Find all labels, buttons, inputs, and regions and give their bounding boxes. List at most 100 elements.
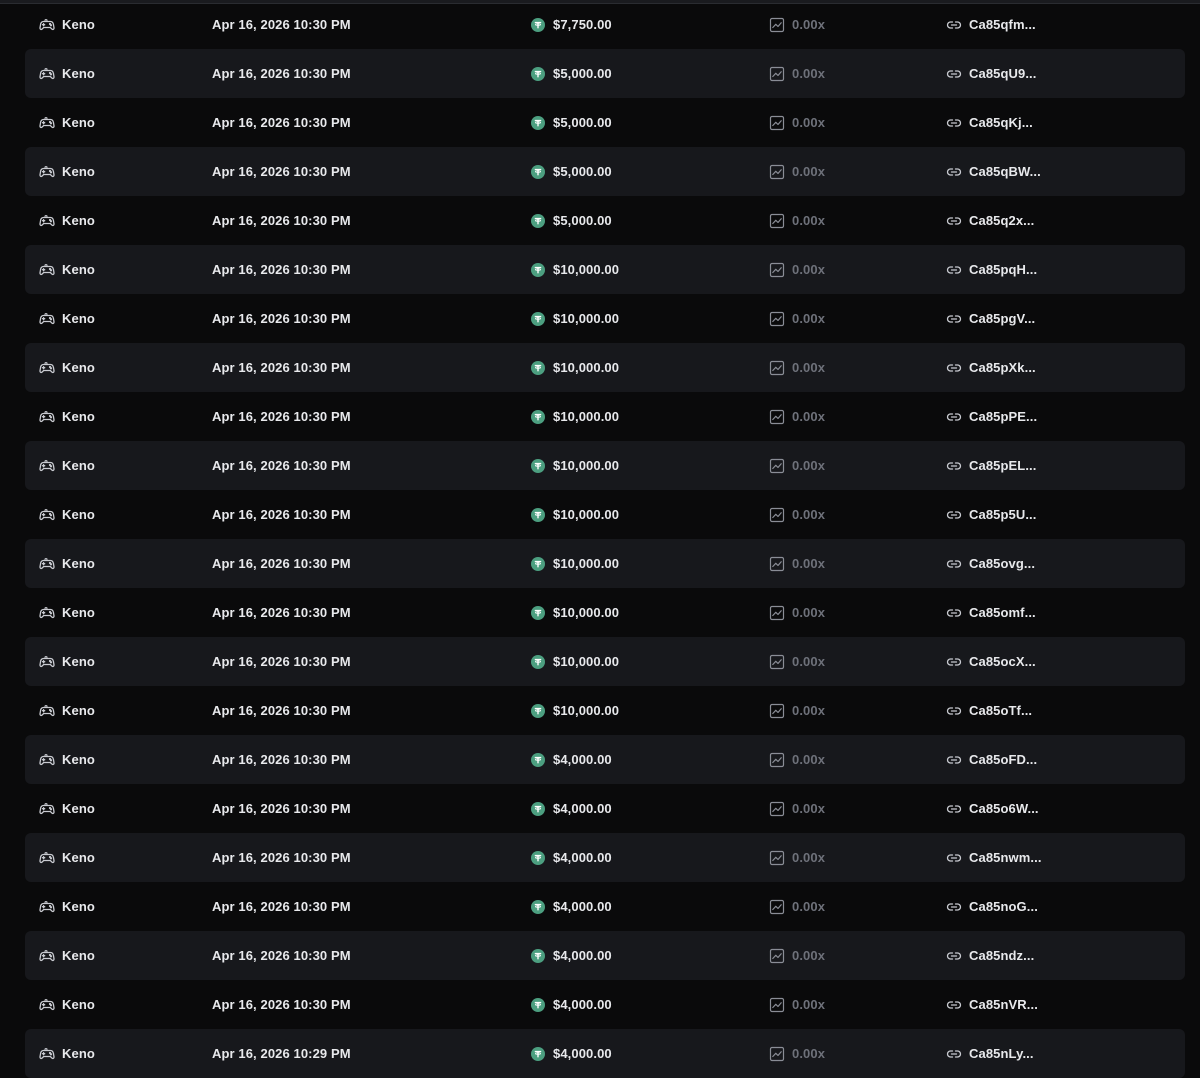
- game-cell[interactable]: Keno: [39, 196, 95, 245]
- table-row[interactable]: Keno Apr 16, 2026 10:30 PM $10,000.00 0.…: [25, 343, 1185, 392]
- table-row[interactable]: Keno Apr 16, 2026 10:30 PM $10,000.00 0.…: [25, 686, 1185, 735]
- tx-cell[interactable]: Ca85pPE...: [946, 392, 1037, 441]
- tx-id[interactable]: Ca85oFD...: [969, 752, 1037, 767]
- tx-cell[interactable]: Ca85omf...: [946, 588, 1036, 637]
- link-icon[interactable]: [946, 948, 962, 964]
- table-row[interactable]: Keno Apr 16, 2026 10:30 PM $10,000.00 0.…: [25, 637, 1185, 686]
- tx-id[interactable]: Ca85ocX...: [969, 654, 1036, 669]
- tx-cell[interactable]: Ca85p5U...: [946, 490, 1036, 539]
- link-icon[interactable]: [946, 556, 962, 572]
- tx-cell[interactable]: Ca85qU9...: [946, 49, 1036, 98]
- tx-id[interactable]: Ca85ovg...: [969, 556, 1035, 571]
- game-cell[interactable]: Keno: [39, 980, 95, 1029]
- table-row[interactable]: Keno Apr 16, 2026 10:30 PM $10,000.00 0.…: [25, 294, 1185, 343]
- tx-cell[interactable]: Ca85q2x...: [946, 196, 1034, 245]
- game-cell[interactable]: Keno: [39, 784, 95, 833]
- tx-cell[interactable]: Ca85oFD...: [946, 735, 1037, 784]
- tx-cell[interactable]: Ca85ocX...: [946, 637, 1036, 686]
- tx-id[interactable]: Ca85o6W...: [969, 801, 1039, 816]
- game-cell[interactable]: Keno: [39, 490, 95, 539]
- table-row[interactable]: Keno Apr 16, 2026 10:30 PM $10,000.00 0.…: [25, 441, 1185, 490]
- tx-id[interactable]: Ca85oTf...: [969, 703, 1032, 718]
- tx-id[interactable]: Ca85nwm...: [969, 850, 1042, 865]
- table-row[interactable]: Keno Apr 16, 2026 10:30 PM $10,000.00 0.…: [25, 490, 1185, 539]
- tx-id[interactable]: Ca85qBW...: [969, 164, 1041, 179]
- link-icon[interactable]: [946, 66, 962, 82]
- tx-cell[interactable]: Ca85qKj...: [946, 98, 1033, 147]
- game-cell[interactable]: Keno: [39, 98, 95, 147]
- tx-cell[interactable]: Ca85pqH...: [946, 245, 1037, 294]
- tx-cell[interactable]: Ca85noG...: [946, 882, 1038, 931]
- table-row[interactable]: Keno Apr 16, 2026 10:30 PM $7,750.00 0.0…: [25, 0, 1185, 49]
- link-icon[interactable]: [946, 703, 962, 719]
- table-row[interactable]: Keno Apr 16, 2026 10:30 PM $4,000.00 0.0…: [25, 784, 1185, 833]
- tx-cell[interactable]: Ca85ovg...: [946, 539, 1035, 588]
- tx-id[interactable]: Ca85ndz...: [969, 948, 1034, 963]
- table-row[interactable]: Keno Apr 16, 2026 10:30 PM $4,000.00 0.0…: [25, 980, 1185, 1029]
- game-cell[interactable]: Keno: [39, 637, 95, 686]
- game-cell[interactable]: Keno: [39, 343, 95, 392]
- tx-id[interactable]: Ca85nVR...: [969, 997, 1038, 1012]
- table-row[interactable]: Keno Apr 16, 2026 10:30 PM $4,000.00 0.0…: [25, 735, 1185, 784]
- link-icon[interactable]: [946, 17, 962, 33]
- link-icon[interactable]: [946, 311, 962, 327]
- table-row[interactable]: Keno Apr 16, 2026 10:30 PM $10,000.00 0.…: [25, 392, 1185, 441]
- tx-id[interactable]: Ca85noG...: [969, 899, 1038, 914]
- link-icon[interactable]: [946, 752, 962, 768]
- link-icon[interactable]: [946, 262, 962, 278]
- tx-cell[interactable]: Ca85nwm...: [946, 833, 1042, 882]
- game-cell[interactable]: Keno: [39, 1029, 95, 1078]
- table-row[interactable]: Keno Apr 16, 2026 10:30 PM $5,000.00 0.0…: [25, 196, 1185, 245]
- link-icon[interactable]: [946, 899, 962, 915]
- table-row[interactable]: Keno Apr 16, 2026 10:30 PM $4,000.00 0.0…: [25, 931, 1185, 980]
- game-cell[interactable]: Keno: [39, 735, 95, 784]
- link-icon[interactable]: [946, 213, 962, 229]
- tx-id[interactable]: Ca85qU9...: [969, 66, 1036, 81]
- tx-cell[interactable]: Ca85qBW...: [946, 147, 1041, 196]
- table-row[interactable]: Keno Apr 16, 2026 10:29 PM $4,000.00 0.0…: [25, 1029, 1185, 1078]
- tx-cell[interactable]: Ca85ndz...: [946, 931, 1034, 980]
- game-cell[interactable]: Keno: [39, 882, 95, 931]
- table-row[interactable]: Keno Apr 16, 2026 10:30 PM $10,000.00 0.…: [25, 539, 1185, 588]
- table-row[interactable]: Keno Apr 16, 2026 10:30 PM $10,000.00 0.…: [25, 245, 1185, 294]
- tx-cell[interactable]: Ca85nVR...: [946, 980, 1038, 1029]
- game-cell[interactable]: Keno: [39, 588, 95, 637]
- tx-cell[interactable]: Ca85o6W...: [946, 784, 1039, 833]
- tx-id[interactable]: Ca85pPE...: [969, 409, 1037, 424]
- link-icon[interactable]: [946, 850, 962, 866]
- game-cell[interactable]: Keno: [39, 931, 95, 980]
- link-icon[interactable]: [946, 360, 962, 376]
- tx-id[interactable]: Ca85q2x...: [969, 213, 1034, 228]
- tx-id[interactable]: Ca85pgV...: [969, 311, 1035, 326]
- tx-id[interactable]: Ca85omf...: [969, 605, 1036, 620]
- link-icon[interactable]: [946, 997, 962, 1013]
- game-cell[interactable]: Keno: [39, 686, 95, 735]
- link-icon[interactable]: [946, 115, 962, 131]
- game-cell[interactable]: Keno: [39, 245, 95, 294]
- tx-id[interactable]: Ca85p5U...: [969, 507, 1036, 522]
- tx-id[interactable]: Ca85qKj...: [969, 115, 1033, 130]
- table-row[interactable]: Keno Apr 16, 2026 10:30 PM $4,000.00 0.0…: [25, 882, 1185, 931]
- table-row[interactable]: Keno Apr 16, 2026 10:30 PM $4,000.00 0.0…: [25, 833, 1185, 882]
- link-icon[interactable]: [946, 801, 962, 817]
- game-cell[interactable]: Keno: [39, 833, 95, 882]
- game-cell[interactable]: Keno: [39, 294, 95, 343]
- game-cell[interactable]: Keno: [39, 539, 95, 588]
- game-cell[interactable]: Keno: [39, 147, 95, 196]
- link-icon[interactable]: [946, 409, 962, 425]
- game-cell[interactable]: Keno: [39, 49, 95, 98]
- table-row[interactable]: Keno Apr 16, 2026 10:30 PM $5,000.00 0.0…: [25, 98, 1185, 147]
- tx-cell[interactable]: Ca85nLy...: [946, 1029, 1034, 1078]
- link-icon[interactable]: [946, 458, 962, 474]
- table-row[interactable]: Keno Apr 16, 2026 10:30 PM $10,000.00 0.…: [25, 588, 1185, 637]
- game-cell[interactable]: Keno: [39, 392, 95, 441]
- table-row[interactable]: Keno Apr 16, 2026 10:30 PM $5,000.00 0.0…: [25, 147, 1185, 196]
- link-icon[interactable]: [946, 507, 962, 523]
- tx-id[interactable]: Ca85pEL...: [969, 458, 1036, 473]
- tx-cell[interactable]: Ca85pgV...: [946, 294, 1035, 343]
- tx-id[interactable]: Ca85pqH...: [969, 262, 1037, 277]
- link-icon[interactable]: [946, 605, 962, 621]
- game-cell[interactable]: Keno: [39, 0, 95, 49]
- game-cell[interactable]: Keno: [39, 441, 95, 490]
- tx-cell[interactable]: Ca85pXk...: [946, 343, 1036, 392]
